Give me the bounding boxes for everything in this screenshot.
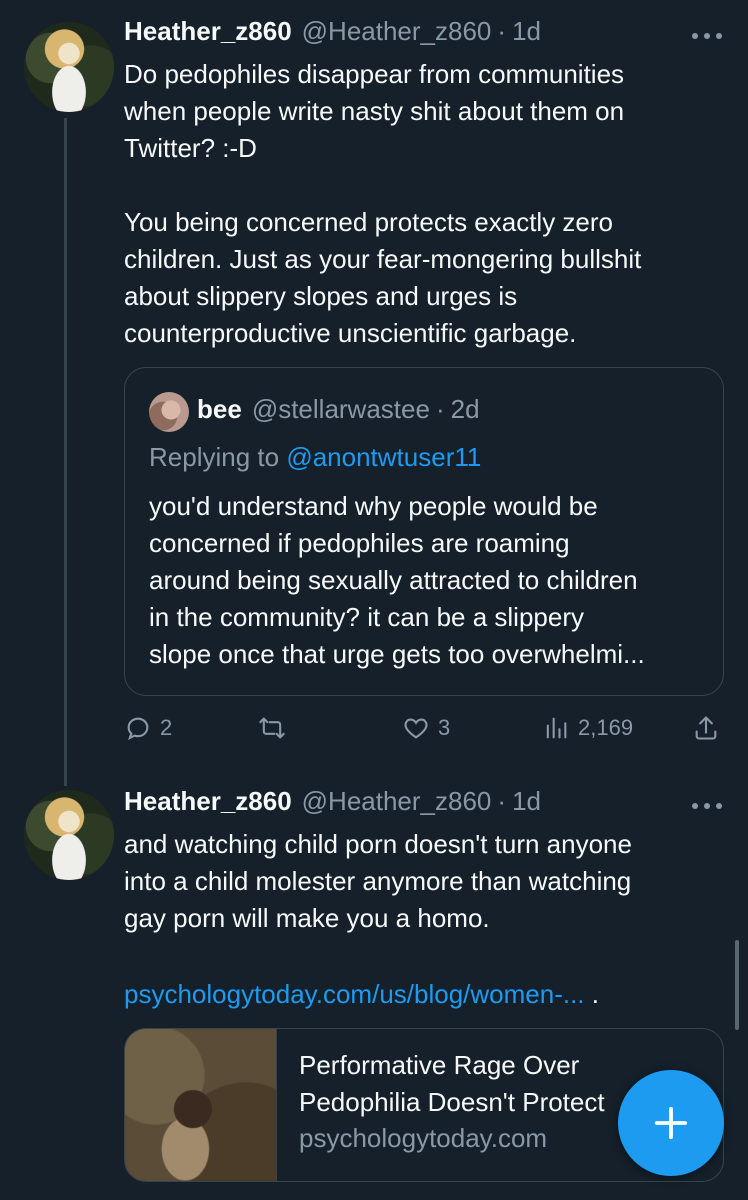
quote-avatar (149, 392, 189, 432)
thread-connector (64, 118, 67, 786)
quote-line: you'd understand why people would be (149, 491, 598, 521)
separator-dot: · (497, 16, 507, 46)
retweet-button[interactable] (258, 708, 286, 748)
timestamp[interactable]: 1d (512, 786, 541, 817)
external-link[interactable]: psychologytoday.com/us/blog/women-... (124, 979, 585, 1009)
quote-text: you'd understand why people would be con… (149, 488, 705, 673)
quote-line: slope once that urge gets too overwhelmi… (149, 639, 645, 669)
tweet-line: children. Just as your fear-mongering bu… (124, 244, 642, 274)
tweet-line: Twitter? :-D (124, 133, 257, 163)
tweet-line: into a child molester anymore than watch… (124, 866, 632, 896)
tweet-header: Heather_z860 @Heather_z860 · 1d (124, 786, 541, 824)
quote-line: around being sexually attracted to child… (149, 565, 638, 595)
replying-prefix: Replying to (149, 442, 287, 472)
quote-header: bee @stellarwastee · 2d (197, 394, 480, 425)
tweet-line: You being concerned protects exactly zer… (124, 207, 614, 237)
replying-to: Replying to @anontwtuser11 (149, 442, 481, 473)
like-button[interactable]: 3 (402, 708, 450, 748)
tweet-line: when people write nasty shit about them … (124, 96, 625, 126)
link-preview-thumbnail (125, 1029, 277, 1181)
timestamp[interactable]: 1d (512, 16, 541, 47)
quote-line: in the community? it can be a slippery (149, 602, 584, 632)
author-handle[interactable]: @Heather_z860 (302, 786, 492, 817)
more-options-icon[interactable] (692, 26, 722, 46)
tweet-line: gay porn will make you a homo. (124, 903, 490, 933)
replying-to-handle[interactable]: @anontwtuser11 (286, 442, 481, 472)
avatar[interactable] (24, 22, 114, 112)
quote-timestamp: 2d (450, 394, 480, 424)
timeline: Heather_z860 @Heather_z860 · 1d Do pedop… (0, 0, 748, 1200)
reply-icon (127, 717, 149, 740)
author-name[interactable]: Heather_z860 (124, 786, 292, 817)
share-icon (695, 716, 717, 740)
quote-author-name: bee (197, 394, 242, 424)
avatar[interactable] (24, 790, 114, 880)
action-bar: 2 3 2,169 (124, 708, 724, 748)
tweet-text: and watching child porn doesn't turn any… (124, 826, 714, 937)
author-handle[interactable]: @Heather_z860 (302, 16, 492, 47)
tweet-line: counterproductive unscientific garbage. (124, 318, 577, 348)
quote-line: concerned if pedophiles are roaming (149, 528, 570, 558)
link-preview-title: Performative Rage Over Pedophilia Doesn'… (299, 1050, 605, 1117)
quoted-tweet[interactable]: bee @stellarwastee · 2d Replying to @ano… (124, 367, 724, 696)
compose-plus-icon (654, 1106, 688, 1140)
views-icon (546, 717, 567, 739)
tweet-line (124, 167, 714, 204)
reply-count: 2 (160, 715, 173, 740)
share-button[interactable] (692, 708, 720, 748)
author-name[interactable]: Heather_z860 (124, 16, 292, 47)
link-preview-domain: psychologytoday.com (299, 1123, 548, 1153)
tweet-link-line: psychologytoday.com/us/blog/women-... . (124, 976, 714, 1013)
separator-dot: · (497, 786, 507, 816)
tweet-line: about slippery slopes and urges is (124, 281, 518, 311)
tweet-text: Do pedophiles disappear from communities… (124, 56, 714, 352)
tweet-line: Do pedophiles disappear from communities (124, 59, 625, 89)
views-count: 2,169 (578, 715, 634, 740)
retweet-icon (259, 717, 285, 739)
more-options-icon[interactable] (692, 796, 722, 816)
separator-dot: · (435, 394, 445, 424)
like-icon (404, 718, 428, 739)
scrollbar[interactable] (735, 940, 739, 1030)
tweet-header: Heather_z860 @Heather_z860 · 1d (124, 16, 541, 54)
like-count: 3 (438, 715, 451, 740)
quote-author-handle: @stellarwastee (251, 394, 430, 424)
reply-button[interactable]: 2 (124, 708, 172, 748)
compose-button[interactable] (618, 1070, 724, 1176)
link-suffix: . (584, 979, 599, 1009)
views-button[interactable]: 2,169 (542, 708, 633, 748)
tweet-line: and watching child porn doesn't turn any… (124, 829, 632, 859)
